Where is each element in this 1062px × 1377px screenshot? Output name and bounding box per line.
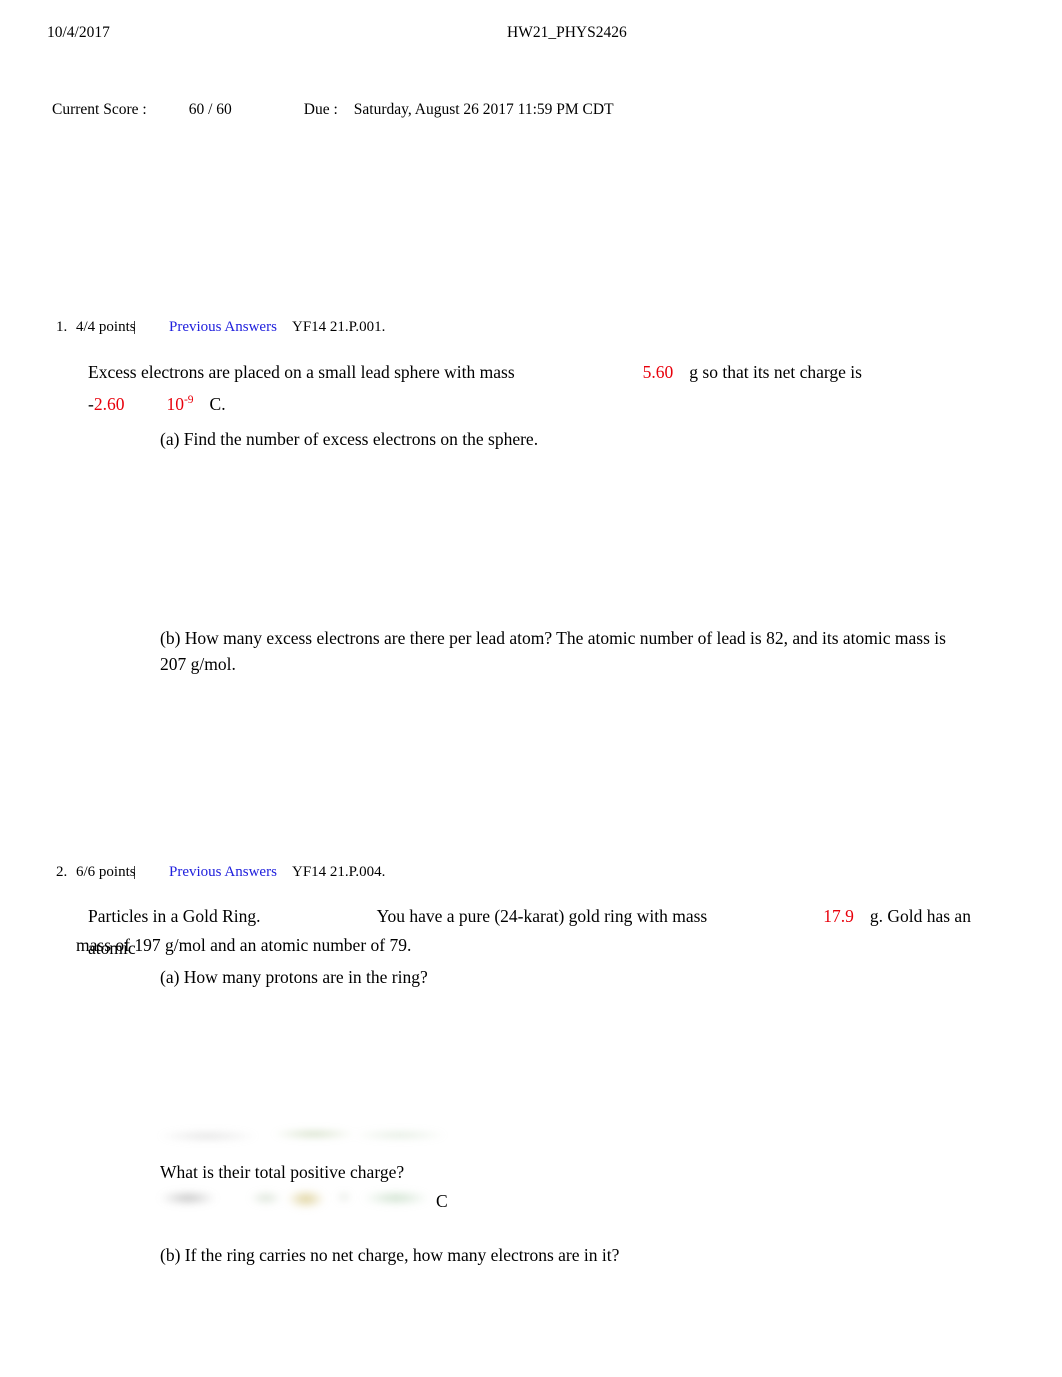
problem-1-stem-text-1: Excess electrons are placed on a small l… — [88, 362, 515, 382]
problem-2-separator: | — [133, 864, 137, 880]
problem-2-previous-answers-link[interactable]: Previous Answers — [169, 860, 277, 884]
obscured-answer-field-upper — [148, 1126, 454, 1146]
problem-1-charge-unit: C. — [209, 394, 226, 414]
obscured-answer-field-lower — [148, 1183, 430, 1213]
problem-1-header: 1. 4/4 points | Previous Answers YF14 21… — [0, 315, 1062, 339]
current-score-label: Current Score : — [52, 101, 147, 118]
problem-2-stem-text-1: You have a pure (24-karat) gold ring wit… — [376, 906, 708, 926]
problem-2-part-b: (b) If the ring carries no net charge, h… — [160, 1245, 620, 1265]
problem-1-charge-base: 10 — [166, 394, 184, 414]
problem-2-points: 6/6 points — [76, 864, 136, 880]
print-date: 10/4/2017 — [47, 24, 110, 41]
problem-1-charge-exponent: -9 — [183, 394, 194, 407]
problem-2: 2. 6/6 points | Previous Answers YF14 21… — [0, 860, 1062, 1265]
print-title: HW21_PHYS2426 — [507, 24, 627, 41]
assignment-summary: Current Score : 60 / 60 Due : Saturday, Aug… — [52, 99, 614, 121]
problem-1-charge-mantissa: 2.60 — [93, 394, 125, 414]
problem-2-mass-value: 17.9 — [823, 906, 854, 926]
problem-1-part-b: (b) How many excess electrons are there … — [160, 628, 946, 674]
problem-1-stem-line-1: Excess electrons are placed on a small l… — [88, 356, 988, 388]
problem-1-stem-text-2: g so that its net charge is — [689, 362, 862, 382]
current-score-value: 60 / 60 — [188, 101, 232, 118]
due-value: Saturday, August 26 2017 11:59 PM CDT — [353, 101, 614, 118]
problem-1: 1. 4/4 points | Previous Answers YF14 21… — [0, 315, 1062, 674]
problem-2-title: Particles in a Gold Ring. — [88, 906, 261, 926]
problem-1-number: 1. — [56, 319, 68, 335]
problem-2-stem-line-2: mass of 197 g/mol and an atomic number o… — [76, 935, 412, 955]
problem-2-code: YF14 21.P.004. — [292, 864, 386, 880]
problem-1-previous-answers-link[interactable]: Previous Answers — [169, 315, 277, 339]
print-header: 10/4/2017 HW21_PHYS2426 — [0, 22, 1062, 44]
document-page: 10/4/2017 HW21_PHYS2426 Current Score : 6… — [0, 0, 1062, 1377]
problem-1-mass-value: 5.60 — [642, 362, 674, 382]
problem-1-separator: | — [133, 319, 137, 335]
problem-2-number: 2. — [56, 864, 68, 880]
problem-1-part-a: (a) Find the number of excess electrons … — [160, 429, 539, 449]
problem-2-charge-question: What is their total positive charge? — [160, 1162, 405, 1182]
problem-1-code: YF14 21.P.001. — [292, 319, 386, 335]
problem-2-header: 2. 6/6 points | Previous Answers YF14 21… — [0, 860, 1062, 884]
problem-2-charge-unit: C — [436, 1191, 448, 1211]
problem-1-charge-expression: -2.60 10-9 C. — [88, 388, 988, 420]
due-label: Due : — [303, 101, 338, 118]
problem-2-part-a: (a) How many protons are in the ring? — [160, 967, 428, 987]
problem-1-points: 4/4 points — [76, 319, 136, 335]
